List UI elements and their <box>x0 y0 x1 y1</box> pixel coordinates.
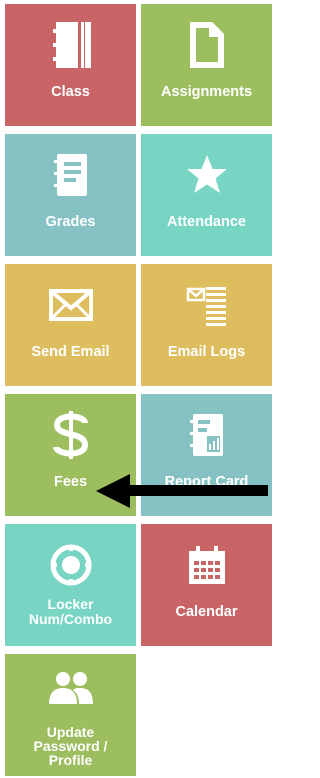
dollar-icon <box>5 410 136 460</box>
email-log-icon <box>141 280 272 330</box>
report-card-icon <box>141 410 272 460</box>
combination-lock-icon <box>5 540 136 590</box>
tile-calendar[interactable]: Calendar <box>141 524 272 646</box>
tile-label: Attendance <box>167 214 246 230</box>
document-icon <box>141 20 272 70</box>
left-arrow-icon <box>96 474 268 508</box>
gradebook-icon <box>5 150 136 200</box>
tile-assignments[interactable]: Assignments <box>141 4 272 126</box>
tile-label: Email Logs <box>167 344 246 360</box>
notebook-icon <box>5 20 136 70</box>
tile-label: Locker Num/Combo <box>28 596 113 627</box>
tile-send-email[interactable]: Send Email <box>5 264 136 386</box>
tile-attendance[interactable]: Attendance <box>141 134 272 256</box>
tile-label: Send Email <box>31 344 110 360</box>
tile-label: Calendar <box>175 604 238 620</box>
tile-label: Update Password / Profile <box>33 724 108 768</box>
tile-update-password-profile[interactable]: Update Password / Profile <box>5 654 136 776</box>
tile-class[interactable]: Class <box>5 4 136 126</box>
calendar-icon <box>141 540 272 590</box>
star-icon <box>141 150 272 200</box>
tile-email-logs[interactable]: Email Logs <box>141 264 272 386</box>
users-icon <box>5 666 136 710</box>
tile-label: Assignments <box>160 84 253 100</box>
tile-grades[interactable]: Grades <box>5 134 136 256</box>
tile-label: Class <box>51 84 90 100</box>
tile-label: Grades <box>45 214 96 230</box>
tile-locker-num-combo[interactable]: Locker Num/Combo <box>5 524 136 646</box>
envelope-icon <box>5 280 136 330</box>
